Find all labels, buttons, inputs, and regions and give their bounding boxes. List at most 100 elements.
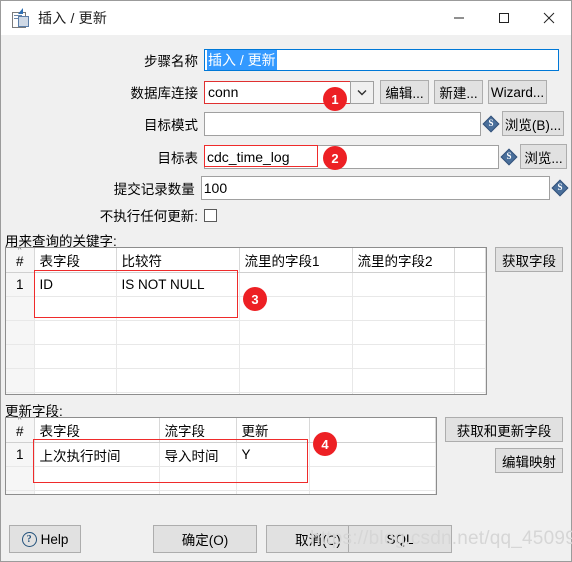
window-title: 插入 / 更新 — [38, 10, 108, 26]
update-cell-stream-field[interactable] — [159, 466, 237, 491]
lookup-cell-table-field[interactable] — [34, 296, 117, 321]
lookup-cell-table-field[interactable] — [34, 368, 117, 393]
chevron-down-icon[interactable] — [350, 80, 374, 104]
lookup-cell-extra[interactable] — [454, 296, 486, 321]
no-update-label: 不执行任何更新: — [99, 209, 198, 224]
update-cell-update[interactable] — [236, 466, 310, 491]
insert-update-dialog: 插入 / 更新 步骤名称 插入 / 更新 数据库连接 conn 编辑... 新建… — [0, 0, 572, 562]
update-col-update[interactable]: 更新 — [236, 418, 310, 443]
question-mark-icon: ? — [21, 531, 37, 547]
lookup-table: ^ # 表字段 比较符 流里的字段1 流里的字段2 1 ID IS NOT NU… — [6, 248, 486, 394]
close-button[interactable] — [526, 1, 571, 35]
no-update-checkbox[interactable] — [204, 208, 217, 222]
commit-size-variable-icon[interactable] — [553, 180, 567, 195]
lookup-cell-table-field[interactable] — [34, 320, 117, 345]
lookup-cell-extra[interactable] — [454, 320, 486, 345]
lookup-cell-stream-field2[interactable] — [352, 392, 455, 394]
wizard-connection-label: Wizard... — [490, 84, 545, 100]
lookup-cell-extra[interactable] — [454, 272, 486, 297]
target-schema-row: 目标模式 浏览(B)... — [1, 111, 567, 136]
update-col-index[interactable]: ^ # — [6, 418, 35, 443]
dialog-footer: ? Help 确定(O) 取消(C) SQL — [1, 519, 571, 561]
table-variable-icon[interactable] — [502, 149, 516, 164]
db-connection-label: 数据库连接 — [130, 86, 199, 101]
cancel-label: 取消(C) — [295, 533, 341, 548]
get-update-fields-button[interactable]: 获取和更新字段 — [445, 417, 563, 442]
update-cell-update[interactable]: Y — [236, 442, 310, 467]
lookup-cell-stream-field2[interactable] — [352, 296, 455, 321]
step-name-field[interactable]: 插入 / 更新 — [204, 49, 559, 71]
db-connection-field[interactable]: conn — [204, 80, 374, 104]
update-grid[interactable]: ^ # 表字段 流字段 更新 1 上次执行时间 导入时间 Y — [5, 417, 437, 495]
table-row[interactable] — [6, 392, 486, 394]
lookup-cell-table-field[interactable] — [34, 392, 117, 394]
get-fields-button[interactable]: 获取字段 — [495, 247, 563, 272]
help-button[interactable]: ? Help — [9, 525, 81, 553]
target-schema-field[interactable] — [204, 111, 481, 136]
update-cell-table-field[interactable]: 上次执行时间 — [34, 442, 160, 467]
dialog-content: 步骤名称 插入 / 更新 数据库连接 conn 编辑... 新建... Wiza… — [1, 35, 571, 561]
target-table-field[interactable]: cdc_time_log — [204, 144, 499, 169]
update-cell-extra[interactable] — [309, 466, 436, 491]
table-row[interactable] — [6, 466, 436, 491]
lookup-cell-extra[interactable] — [454, 392, 486, 394]
edit-mapping-button[interactable]: 编辑映射 — [495, 448, 563, 473]
table-row[interactable]: 1 上次执行时间 导入时间 Y — [6, 442, 436, 467]
lookup-col-extra[interactable] — [454, 248, 486, 273]
update-cell-stream-field[interactable]: 导入时间 — [159, 442, 237, 467]
lookup-cell-stream-field1[interactable] — [239, 320, 353, 345]
lookup-cell-comparator[interactable] — [116, 344, 240, 369]
lookup-cell-extra[interactable] — [454, 368, 486, 393]
table-row[interactable] — [6, 320, 486, 345]
lookup-cell-stream-field2[interactable] — [352, 272, 455, 297]
edit-connection-label: 编辑... — [385, 86, 424, 101]
browse-table-button[interactable]: 浏览... — [520, 144, 567, 169]
lookup-col-index[interactable]: ^ # — [6, 248, 35, 273]
update-cell-table-field[interactable] — [34, 490, 160, 494]
update-col-table-field[interactable]: 表字段 — [34, 418, 160, 443]
lookup-cell-comparator[interactable] — [116, 392, 240, 394]
update-cell-update[interactable] — [236, 490, 310, 494]
lookup-cell-stream-field2[interactable] — [352, 368, 455, 393]
lookup-cell-stream-field1[interactable] — [239, 368, 353, 393]
new-connection-button[interactable]: 新建... — [434, 80, 483, 104]
annotation-badge-1: 1 — [323, 87, 347, 111]
wizard-connection-button[interactable]: Wizard... — [488, 80, 547, 104]
target-table-label: 目标表 — [157, 150, 199, 166]
maximize-button[interactable] — [481, 1, 526, 35]
schema-variable-icon[interactable] — [484, 116, 498, 131]
lookup-col-stream-field1[interactable]: 流里的字段1 — [239, 248, 353, 273]
lookup-cell-comparator[interactable]: IS NOT NULL — [116, 272, 240, 297]
edit-connection-button[interactable]: 编辑... — [380, 80, 429, 104]
update-cell-stream-field[interactable] — [159, 490, 237, 494]
step-name-row: 步骤名称 插入 / 更新 — [1, 49, 561, 71]
update-cell-table-field[interactable] — [34, 466, 160, 491]
table-row[interactable] — [6, 490, 436, 494]
lookup-col-comparator[interactable]: 比较符 — [116, 248, 240, 273]
lookup-cell-comparator[interactable] — [116, 296, 240, 321]
lookup-cell-comparator[interactable] — [116, 368, 240, 393]
minimize-button[interactable] — [436, 1, 481, 35]
lookup-cell-stream-field2[interactable] — [352, 320, 455, 345]
lookup-cell-table-field[interactable]: ID — [34, 272, 117, 297]
edit-mapping-label: 编辑映射 — [502, 454, 556, 470]
update-col-stream-field[interactable]: 流字段 — [159, 418, 237, 443]
lookup-col-stream-field2[interactable]: 流里的字段2 — [352, 248, 455, 273]
lookup-cell-stream-field1[interactable] — [239, 344, 353, 369]
lookup-col-table-field[interactable]: 表字段 — [34, 248, 117, 273]
commit-size-value: 100 — [203, 180, 228, 196]
lookup-cell-comparator[interactable] — [116, 320, 240, 345]
update-cell-extra[interactable] — [309, 490, 436, 494]
browse-schema-button[interactable]: 浏览(B)... — [502, 111, 564, 136]
lookup-cell-stream-field1[interactable] — [239, 392, 353, 394]
table-row[interactable] — [6, 344, 486, 369]
lookup-cell-extra[interactable] — [454, 344, 486, 369]
lookup-cell-stream-field2[interactable] — [352, 344, 455, 369]
ok-button[interactable]: 确定(O) — [153, 525, 257, 553]
table-row[interactable] — [6, 368, 486, 393]
sql-button[interactable]: SQL — [348, 525, 452, 553]
commit-size-label: 提交记录数量 — [113, 182, 195, 197]
lookup-grid[interactable]: ^ # 表字段 比较符 流里的字段1 流里的字段2 1 ID IS NOT NU… — [5, 247, 487, 395]
lookup-cell-table-field[interactable] — [34, 344, 117, 369]
commit-size-field[interactable]: 100 — [200, 176, 550, 200]
